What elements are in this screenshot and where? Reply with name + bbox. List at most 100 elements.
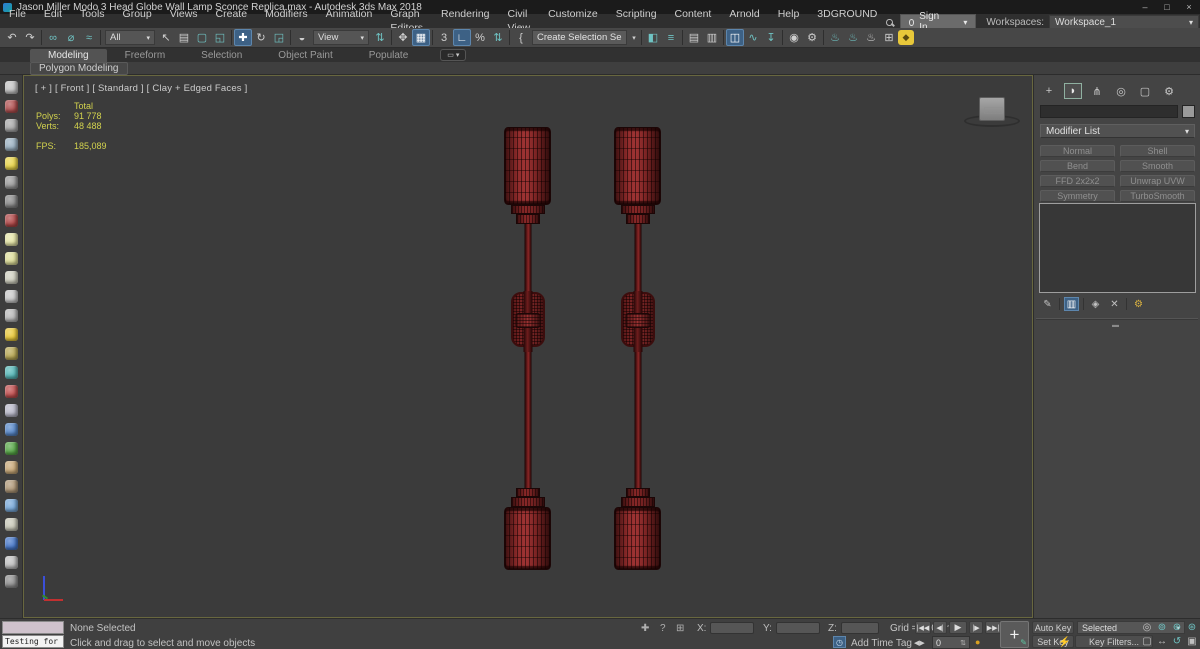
polygon-modeling-panel[interactable]: Polygon Modeling bbox=[30, 61, 128, 75]
maxscript-listener-macro-field[interactable] bbox=[2, 621, 64, 634]
spotlight-icon[interactable] bbox=[2, 192, 21, 211]
animation-mode-icon[interactable]: ⚡ bbox=[1058, 637, 1070, 648]
modifier-preset-button[interactable]: Shell bbox=[1120, 145, 1195, 157]
modifier-preset-button[interactable]: Symmetry bbox=[1040, 190, 1115, 202]
pin-stack-icon[interactable]: ✎ bbox=[1040, 297, 1055, 311]
tab-utilities[interactable]: ⚙ bbox=[1160, 83, 1178, 99]
modifier-preset-button[interactable]: FFD 2x2x2 bbox=[1040, 175, 1115, 187]
lamp-sconce-model-right[interactable] bbox=[614, 127, 661, 570]
cone-icon[interactable] bbox=[2, 306, 21, 325]
go-to-start-button[interactable]: |◀◀ bbox=[915, 621, 931, 634]
edit-named-selection-sets-icon[interactable]: { bbox=[512, 29, 530, 46]
teapot-icon[interactable] bbox=[2, 78, 21, 97]
bind-to-spacewarp-icon[interactable]: ≈ bbox=[80, 29, 98, 46]
teapot-wire-icon[interactable] bbox=[2, 287, 21, 306]
close-button[interactable]: × bbox=[1178, 2, 1200, 12]
rock-icon[interactable] bbox=[2, 477, 21, 496]
list-icon[interactable] bbox=[2, 116, 21, 135]
select-and-scale-icon[interactable]: ◲ bbox=[270, 29, 288, 46]
key-mode-toggle-icon[interactable]: ◀▶ bbox=[914, 636, 925, 649]
tab-modify[interactable]: ◗ bbox=[1064, 83, 1082, 99]
next-frame-button[interactable]: |▶ bbox=[969, 621, 983, 634]
viewcube-cube[interactable] bbox=[979, 97, 1005, 121]
olive-sphere-icon[interactable] bbox=[2, 344, 21, 363]
export-icon[interactable] bbox=[2, 534, 21, 553]
fur-icon[interactable] bbox=[2, 458, 21, 477]
sun-icon[interactable] bbox=[2, 325, 21, 344]
select-by-name-icon[interactable]: ▤ bbox=[175, 29, 193, 46]
absolute-offset-toggle-icon[interactable]: ⊞ bbox=[676, 623, 684, 634]
chevron-down-icon[interactable]: ▾ bbox=[629, 29, 639, 46]
lamp-swivel-joint[interactable] bbox=[510, 291, 545, 352]
align-icon[interactable]: ≡ bbox=[662, 29, 680, 46]
orbit-icon[interactable]: ↺ bbox=[1170, 635, 1184, 648]
auto-key-button[interactable]: Auto Key bbox=[1032, 621, 1074, 634]
selection-filter-dropdown[interactable]: All ▾ bbox=[105, 30, 155, 45]
tab-hierarchy[interactable]: ⋔ bbox=[1088, 83, 1106, 99]
tab-modeling[interactable]: Modeling bbox=[30, 49, 107, 62]
sphere-icon[interactable] bbox=[2, 268, 21, 287]
z-coordinate-field[interactable] bbox=[841, 622, 879, 634]
maximize-viewport-icon[interactable]: ▣ bbox=[1185, 635, 1199, 648]
show-end-result-icon[interactable]: ▥ bbox=[1064, 297, 1079, 311]
curve-editor-icon[interactable]: ∿ bbox=[744, 29, 762, 46]
lamp-stem[interactable] bbox=[524, 224, 531, 492]
play-button[interactable]: ▶ bbox=[949, 621, 967, 634]
named-selection-set-field[interactable]: Create Selection Se bbox=[532, 30, 627, 45]
modifier-preset-button[interactable]: Normal bbox=[1040, 145, 1115, 157]
x-coordinate-field[interactable] bbox=[710, 622, 754, 634]
undo-icon[interactable]: ↶ bbox=[3, 29, 21, 46]
modifier-stack[interactable] bbox=[1039, 203, 1196, 293]
tab-object-paint[interactable]: Object Paint bbox=[260, 49, 350, 62]
render-in-cloud-icon[interactable]: ♨ bbox=[844, 29, 862, 46]
schematic-view-icon[interactable]: ↧ bbox=[762, 29, 780, 46]
lightbulb-icon[interactable] bbox=[2, 154, 21, 173]
modifier-preset-button[interactable]: Smooth bbox=[1120, 160, 1195, 172]
go-to-end-button[interactable]: ▶▶| bbox=[985, 621, 1001, 634]
selection-lock-icon[interactable]: ? bbox=[660, 623, 666, 634]
render-production-icon[interactable]: ♨ bbox=[826, 29, 844, 46]
tab-freeform[interactable]: Freeform bbox=[107, 49, 184, 62]
globe-icon[interactable] bbox=[2, 420, 21, 439]
viewport-front[interactable]: [ + ] [ Front ] [ Standard ] [ Clay + Ed… bbox=[23, 75, 1033, 618]
camera-icon[interactable] bbox=[2, 211, 21, 230]
lamp-swivel-joint[interactable] bbox=[620, 291, 655, 352]
scatter-icon[interactable] bbox=[2, 363, 21, 382]
plant-icon[interactable] bbox=[2, 439, 21, 458]
key-icon[interactable]: ● bbox=[975, 637, 980, 647]
arnold-render-icon[interactable]: ◆ bbox=[898, 30, 914, 45]
spinner-snap-icon[interactable]: ⇅ bbox=[489, 29, 507, 46]
zoom-extents-icon[interactable]: ⊕ bbox=[1170, 621, 1184, 634]
lamp-sconce-model-left[interactable] bbox=[504, 127, 551, 570]
modifier-preset-button[interactable]: Unwrap UVW bbox=[1120, 175, 1195, 187]
select-and-rotate-icon[interactable]: ↻ bbox=[252, 29, 270, 46]
previous-frame-button[interactable]: ◀| bbox=[933, 621, 947, 634]
select-and-manipulate-icon[interactable]: ✥ bbox=[394, 29, 412, 46]
tab-selection[interactable]: Selection bbox=[183, 49, 260, 62]
zoom-extents-all-icon[interactable]: ⊛ bbox=[1185, 621, 1199, 634]
modifier-preset-button[interactable]: TurboSmooth bbox=[1120, 190, 1195, 202]
maximize-button[interactable]: □ bbox=[1156, 2, 1178, 12]
tab-display[interactable]: ▢ bbox=[1136, 83, 1154, 99]
configure-modifier-sets-icon[interactable]: ⚙ bbox=[1131, 297, 1146, 311]
angle-snap-icon[interactable]: ∟ bbox=[453, 29, 471, 46]
viewport-label[interactable]: [ + ] [ Front ] [ Standard ] [ Clay + Ed… bbox=[35, 83, 247, 94]
ribbon-collapse-button[interactable]: ▭ ▾ bbox=[440, 49, 467, 61]
reference-coordinate-dropdown[interactable]: View ▾ bbox=[313, 30, 369, 45]
blue-sphere-icon[interactable] bbox=[2, 496, 21, 515]
zoom-all-icon[interactable]: ⊚ bbox=[1155, 621, 1169, 634]
tab-motion[interactable]: ◎ bbox=[1112, 83, 1130, 99]
box-icon[interactable] bbox=[2, 230, 21, 249]
state-sets-icon[interactable]: ⊞ bbox=[880, 29, 898, 46]
window-crossing-icon[interactable]: ◱ bbox=[211, 29, 229, 46]
spinner-icon[interactable]: ⇅ bbox=[960, 639, 966, 647]
remove-modifier-icon[interactable]: ✕ bbox=[1107, 297, 1122, 311]
dome-icon[interactable] bbox=[2, 249, 21, 268]
keyboard-shortcut-override-icon[interactable]: ▦ bbox=[412, 29, 430, 46]
spreadsheet-icon[interactable] bbox=[2, 135, 21, 154]
lamp-bottom-shade[interactable] bbox=[614, 507, 661, 570]
zoom-icon[interactable]: ◎ bbox=[1140, 621, 1154, 634]
projector-icon[interactable] bbox=[2, 173, 21, 192]
modifier-preset-button[interactable]: Bend bbox=[1040, 160, 1115, 172]
search-icon[interactable] bbox=[886, 18, 893, 26]
